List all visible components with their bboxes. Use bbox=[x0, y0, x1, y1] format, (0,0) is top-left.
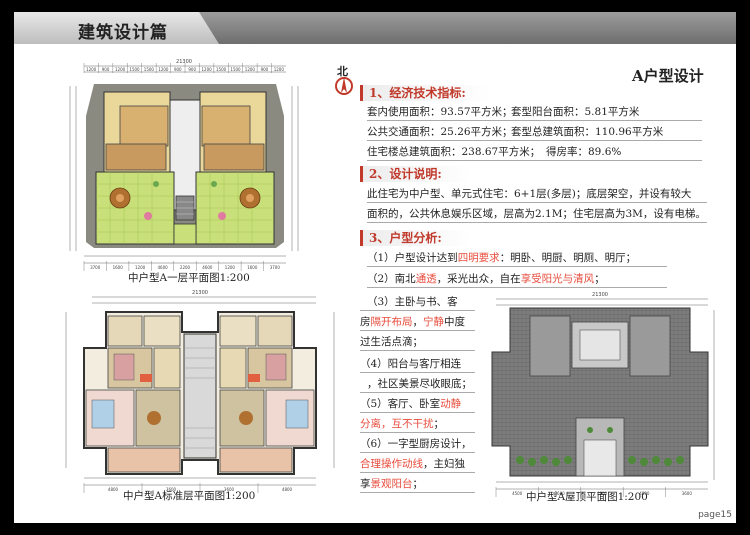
analysis-line-4b: ，社区美景尽收眼底； bbox=[367, 378, 472, 390]
ground-top-dim: 1500 bbox=[129, 67, 140, 72]
standard-floor-caption: 中户型A标准层平面图1:200 bbox=[123, 490, 256, 502]
analysis-line-6a: （6）一字型厨房设计， bbox=[360, 438, 472, 450]
ground-top-dim: 900 bbox=[261, 67, 269, 72]
ground-floor-plan: 21300 1200 900 1200 1500 1500 1200 900 900 1200 1… bbox=[69, 59, 299, 271]
design-line-2: 面积的，公共休息娱乐区域，层高为2.1M；住宅层高为3M，设有电梯。 bbox=[367, 208, 706, 220]
roof-bottom-dim: 3600 bbox=[682, 491, 693, 496]
analysis-line-5a: （5）客厅、卧室动静 bbox=[360, 398, 462, 410]
analysis-line-3c: 过生活点滴； bbox=[360, 336, 423, 348]
ground-top-dim: 1200 bbox=[115, 67, 126, 72]
ground-top-dim: 1500 bbox=[230, 67, 241, 72]
section-title: A户型设计 bbox=[632, 67, 704, 85]
standard-floor-plan: 21300 4800 3600 3600 4800 bbox=[65, 290, 335, 493]
ground-top-dim: 1200 bbox=[274, 67, 285, 72]
analysis-line-4a: （4）阳台与客厅相连 bbox=[360, 358, 462, 370]
roof-plan: 21300 4500 3600 4800 4800 3600 bbox=[491, 292, 715, 497]
ground-top-dim: 1500 bbox=[216, 67, 227, 72]
standard-bottom-dim: 4800 bbox=[108, 487, 119, 492]
section-heading-1: 1、经济技术指标: bbox=[360, 85, 490, 101]
ground-bottom-dim: 3700 bbox=[90, 265, 101, 270]
tech-line-1a: 套内使用面积：93.57平方米； bbox=[367, 106, 513, 118]
roof-bottom-dim: 4500 bbox=[512, 491, 523, 496]
analysis-line-3b: 房隔开布局，宁静中度 bbox=[360, 316, 465, 328]
analysis-line-3a: （3）主卧与书、客 bbox=[367, 296, 458, 308]
ground-total-dim: 21300 bbox=[176, 59, 192, 65]
page-title: 建筑设计篇 bbox=[78, 23, 168, 43]
page-number: page15 bbox=[698, 510, 732, 520]
svg-text:21300: 21300 bbox=[192, 290, 208, 296]
section-heading-2: 2、设计说明: bbox=[360, 166, 470, 182]
ground-top-dim: 1200 bbox=[158, 67, 169, 72]
tech-line-3b: 得房率：89.6% bbox=[546, 146, 622, 158]
analysis-line-5b: 分离，互不干扰； bbox=[360, 418, 444, 430]
ground-top-dim: 900 bbox=[174, 67, 182, 72]
analysis-line-1: （1）户型设计达到四明要求：明卧、明厨、明厕、明厅； bbox=[367, 252, 637, 264]
ground-top-dim: 900 bbox=[102, 67, 110, 72]
svg-text:21300: 21300 bbox=[592, 292, 608, 298]
ground-floor-caption: 中户型A一层平面图1:200 bbox=[128, 272, 250, 284]
ground-top-dim: 1500 bbox=[144, 67, 155, 72]
analysis-line-6c: 享景观阳台； bbox=[360, 478, 423, 490]
tech-line-3a: 住宅楼总建筑面积：238.67平方米； bbox=[367, 146, 541, 158]
design-line-1: 此住宅为中户型、单元式住宅：6+1层(多层)；底层架空，并设有较大 bbox=[367, 188, 692, 200]
section-heading-3: 3、户型分析: bbox=[360, 230, 470, 246]
ground-bottom-dim: 1600 bbox=[113, 265, 124, 270]
ground-bottom-dim: 3700 bbox=[270, 265, 281, 270]
tech-line-1b: 套型阳台面积：5.81平方米 bbox=[511, 106, 640, 118]
analysis-line-2: （2）南北通透，采光出众，自在享受阳光与清风； bbox=[367, 273, 605, 285]
ground-top-dim: 1200 bbox=[202, 67, 213, 72]
document-page: 建筑设计篇 21300 1200 900 1200 1500 1500 1200 900 90… bbox=[14, 12, 736, 523]
ground-top-dim: 900 bbox=[188, 67, 196, 72]
tech-line-2a: 公共交通面积：25.26平方米； bbox=[367, 126, 513, 138]
standard-bottom-dim: 4800 bbox=[282, 487, 293, 492]
ground-top-dim: 1200 bbox=[245, 67, 256, 72]
roof-caption: 中户型A屋顶平面图1:200 bbox=[526, 491, 648, 503]
north-compass-icon: 北 bbox=[333, 64, 355, 98]
ground-top-dim: 1200 bbox=[86, 67, 97, 72]
tech-line-2b: 套型总建筑面积：110.96平方米 bbox=[511, 126, 664, 138]
analysis-line-6b: 合理操作动线，主妇独 bbox=[360, 458, 465, 470]
